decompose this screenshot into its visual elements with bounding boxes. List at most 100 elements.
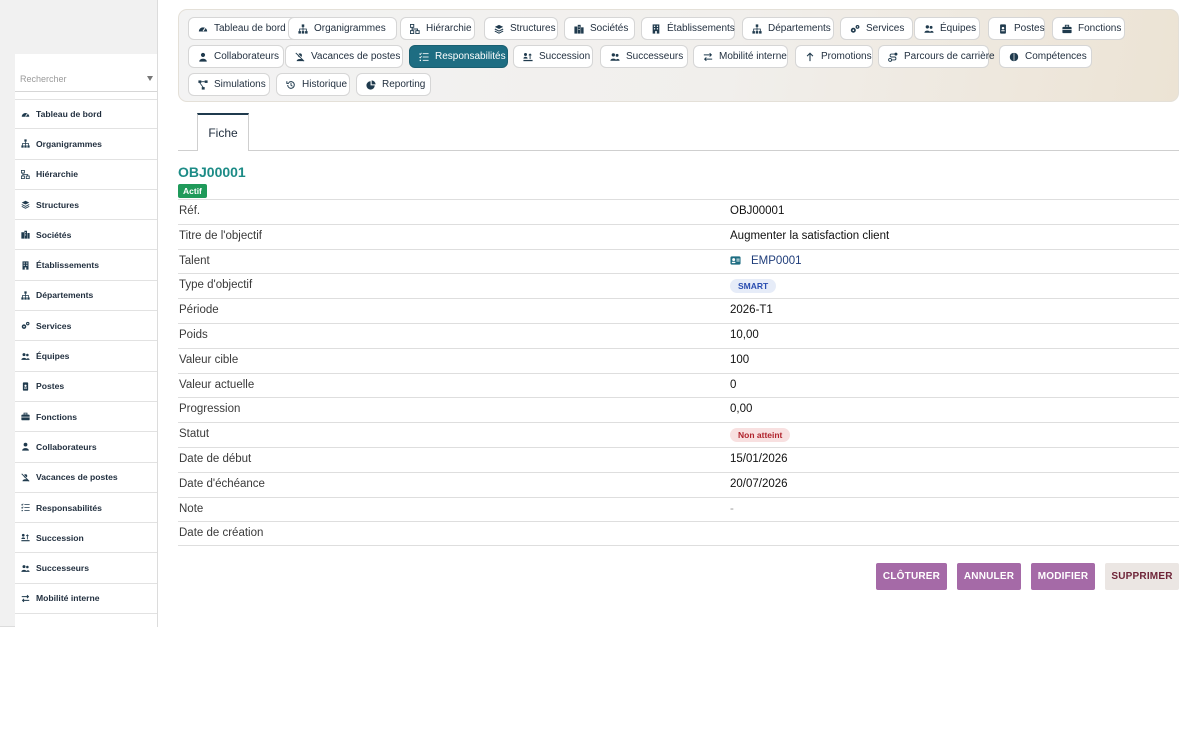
sitemap-icon xyxy=(21,139,30,149)
sidebar-search[interactable] xyxy=(15,66,157,92)
sidebar-item-label: Collaborateurs xyxy=(36,441,97,452)
sidebar-item-hierarchie[interactable]: Hiérarchie xyxy=(15,160,157,190)
nav-item-fonctions[interactable]: Fonctions xyxy=(1052,17,1125,40)
gauge-icon xyxy=(21,110,30,119)
sidebar-item-departements[interactable]: Départements xyxy=(15,281,157,312)
nav-item-postes[interactable]: Postes xyxy=(988,17,1045,40)
nav-item-equipes[interactable]: Équipes xyxy=(914,17,980,40)
nav-item-responsabilites[interactable]: Responsabilités xyxy=(409,45,508,68)
nav-item-label: Parcours de carrière xyxy=(904,51,995,62)
nav-item-label: Historique xyxy=(302,79,348,90)
nav-item-mobilite-interne[interactable]: Mobilité interne xyxy=(693,45,788,68)
nav-item-successeurs[interactable]: Successeurs xyxy=(600,45,688,68)
nav-item-reporting[interactable]: Reporting xyxy=(356,73,431,96)
field-row-periode: Période 2026-T1 xyxy=(178,298,1179,323)
field-label: Progression xyxy=(179,403,241,416)
sidebar-item-services[interactable]: Services xyxy=(15,311,157,342)
nav-item-etablissements[interactable]: Établissements xyxy=(641,17,735,40)
cloturer-button[interactable]: CLÔTURER xyxy=(876,563,947,590)
chevron-down-icon[interactable] xyxy=(147,76,153,81)
arrow-up-icon xyxy=(805,51,815,62)
sidebar-item-succession[interactable]: Succession xyxy=(15,523,157,554)
field-value: SMART xyxy=(730,279,777,294)
cogs-icon xyxy=(21,321,30,330)
nav-item-label: Succession xyxy=(539,51,591,62)
nav-item-services[interactable]: Services xyxy=(840,17,913,40)
nav-item-label: Départements xyxy=(768,23,831,34)
sidebar-item-collaborateurs[interactable]: Collaborateurs xyxy=(15,432,157,463)
nav-item-label: Postes xyxy=(1014,23,1045,34)
talent-link[interactable]: EMP0001 xyxy=(751,255,802,267)
sidebar-item-equipes[interactable]: Équipes xyxy=(15,341,157,372)
nav-item-label: Collaborateurs xyxy=(214,51,280,62)
tab-fiche[interactable]: Fiche xyxy=(197,113,249,151)
id-badge-icon xyxy=(998,23,1008,34)
field-value: OBJ00001 xyxy=(730,205,785,217)
layers-icon xyxy=(494,24,504,34)
nav-item-organigrammes[interactable]: Organigrammes xyxy=(288,17,397,40)
top-navigation: Tableau de bord Organigrammes Hiérarchie St… xyxy=(178,9,1179,102)
sidebar-item-societes[interactable]: Sociétés xyxy=(15,220,157,251)
office-icon xyxy=(21,261,30,270)
field-label: Type d'objectif xyxy=(179,279,253,292)
nav-item-hierarchie[interactable]: Hiérarchie xyxy=(400,17,475,40)
sidebar-item-organigrammes[interactable]: Organigrammes xyxy=(15,129,157,160)
nav-item-collaborateurs[interactable]: Collaborateurs xyxy=(188,45,284,68)
nav-item-label: Reporting xyxy=(382,79,426,90)
search-input[interactable] xyxy=(15,66,135,92)
sidebar-item-tableau-de-bord[interactable]: Tableau de bord xyxy=(15,99,157,130)
sidebar-item-label: Succession xyxy=(36,532,84,543)
modifier-button[interactable]: MODIFIER xyxy=(1031,563,1095,590)
sidebar-item-responsabilites[interactable]: Responsabilités xyxy=(15,493,157,524)
sidebar-item-mobilite-interne[interactable]: Mobilité interne xyxy=(15,584,157,615)
briefcase-icon xyxy=(21,412,30,421)
field-value: Augmenter la satisfaction client xyxy=(730,229,890,242)
field-row-talent: Talent EMP0001 xyxy=(178,248,1179,274)
nav-item-competences[interactable]: Compétences xyxy=(999,45,1092,68)
sidebar-item-label: Successeurs xyxy=(36,563,90,574)
field-label: Valeur cible xyxy=(179,353,239,366)
sidebar-item-structures[interactable]: Structures xyxy=(15,190,157,221)
nav-item-historique[interactable]: Historique xyxy=(276,73,350,96)
nav-item-societes[interactable]: Sociétés xyxy=(564,17,635,40)
field-label: Note xyxy=(179,502,204,515)
sidebar-item-postes[interactable]: Postes xyxy=(15,372,157,402)
sidebar-item-label: Mobilité interne xyxy=(36,593,100,604)
field-row-echeance: Date d'échéance 20/07/2026 xyxy=(178,471,1179,497)
field-label: Date d'échéance xyxy=(179,477,265,490)
succession-icon xyxy=(21,533,30,542)
field-label: Réf. xyxy=(179,205,201,217)
nav-item-label: Mobilité interne xyxy=(719,51,787,62)
nav-item-promotions[interactable]: Promotions xyxy=(795,45,873,68)
nav-item-label: Sociétés xyxy=(590,23,629,34)
nav-item-label: Fonctions xyxy=(1078,23,1122,34)
field-row-note: Note - xyxy=(178,496,1179,522)
sidebar-item-etablissements[interactable]: Établissements xyxy=(15,250,157,281)
sidebar-item-vacances-de-postes[interactable]: Vacances de postes xyxy=(15,463,157,493)
status-badge: Actif xyxy=(178,184,207,198)
field-row-progression: Progression 0,00 xyxy=(178,397,1179,422)
sidebar-item-label: Vacances de postes xyxy=(36,472,118,483)
sidebar-item-successeurs[interactable]: Successeurs xyxy=(15,553,157,584)
hierarchy-icon xyxy=(410,23,420,34)
sidebar-item-label: Équipes xyxy=(36,351,70,362)
nav-item-structures[interactable]: Structures xyxy=(484,17,558,40)
nav-item-departements[interactable]: Départements xyxy=(742,17,834,40)
supprimer-button[interactable]: SUPPRIMER xyxy=(1105,563,1179,590)
annuler-button[interactable]: ANNULER xyxy=(957,563,1021,590)
sidebar-item-fonctions[interactable]: Fonctions xyxy=(15,402,157,433)
nav-item-tableau-de-bord[interactable]: Tableau de bord xyxy=(188,17,298,40)
nav-item-succession[interactable]: Succession xyxy=(513,45,593,68)
field-label: Valeur actuelle xyxy=(179,378,255,391)
cogs-icon xyxy=(850,24,860,34)
field-row-actuelle: Valeur actuelle 0 xyxy=(178,372,1179,398)
nav-item-parcours-de-carriere[interactable]: Parcours de carrière xyxy=(878,45,995,68)
pie-icon xyxy=(366,79,376,90)
nav-item-vacances-de-postes[interactable]: Vacances de postes xyxy=(285,45,403,68)
nav-item-simulations[interactable]: Simulations xyxy=(188,73,270,96)
building-icon xyxy=(21,230,30,239)
sidebar-item-label: Structures xyxy=(36,199,79,210)
field-row-titre: Titre de l'objectif Augmenter la satisfa… xyxy=(178,223,1179,249)
field-value: EMP0001 xyxy=(730,255,802,267)
field-row-debut: Date de début 15/01/2026 xyxy=(178,446,1179,472)
